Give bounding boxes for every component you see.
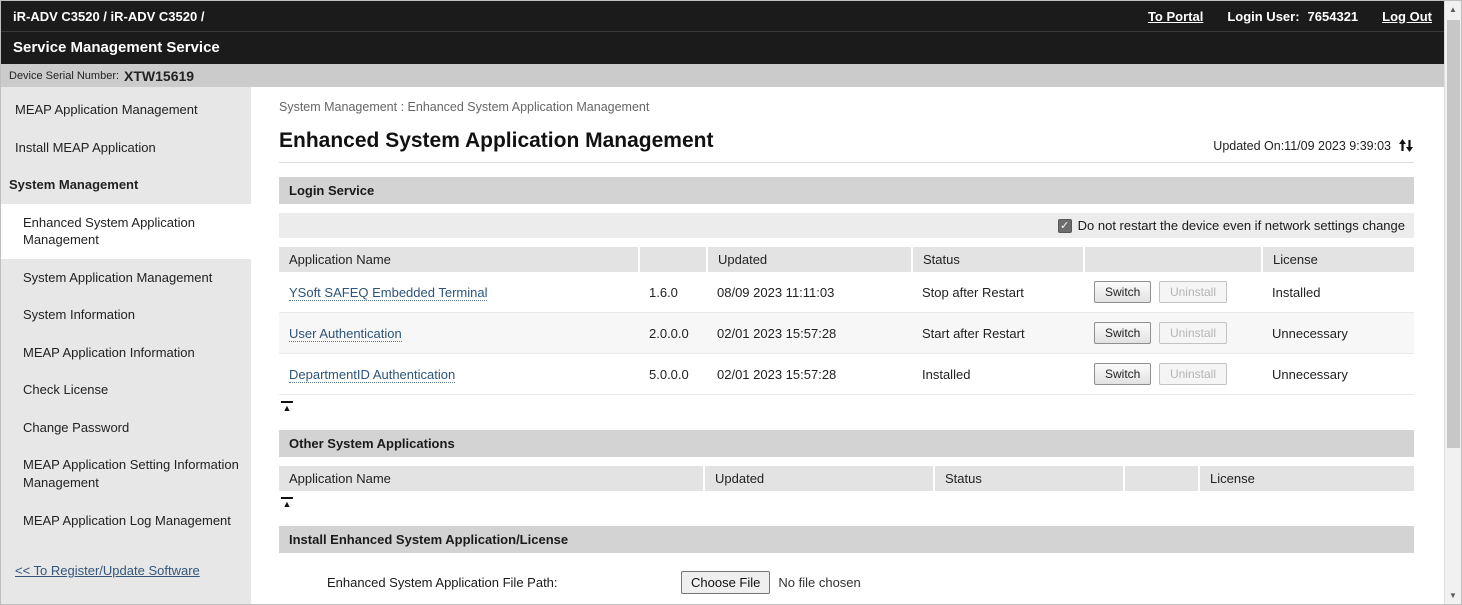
serial-value: XTW15619 (124, 68, 194, 84)
uninstall-button[interactable]: Uninstall (1159, 281, 1227, 303)
uninstall-button[interactable]: Uninstall (1159, 363, 1227, 385)
login-user: Login User: 7654321 (1227, 9, 1358, 24)
app-status: Stop after Restart (912, 272, 1084, 313)
install-section-header: Install Enhanced System Application/Lice… (279, 526, 1414, 553)
content: MEAP Application Management Install MEAP… (1, 87, 1444, 604)
app-license: Installed (1262, 272, 1414, 313)
col-status: Status (912, 247, 1084, 272)
sidebar-item-meap-application-information[interactable]: MEAP Application Information (1, 334, 251, 372)
col-license: License (1262, 247, 1414, 272)
restart-checkbox-row: ✓ Do not restart the device even if netw… (279, 213, 1414, 238)
col-actions (1124, 466, 1199, 491)
scrollbar-up-icon[interactable]: ▲ (1445, 5, 1461, 14)
login-user-value: 7654321 (1308, 9, 1359, 24)
top-bar: iR-ADV C3520 / iR-ADV C3520 / To Portal … (1, 1, 1444, 31)
other-system-applications-header: Other System Applications (279, 430, 1414, 457)
restart-checkbox[interactable]: ✓ (1058, 219, 1072, 233)
col-license: License (1199, 466, 1414, 491)
app-row-ysoft-safeq: YSoft SAFEQ Embedded Terminal 1.6.0 08/0… (279, 272, 1414, 313)
sidebar-item-meap-application-log-management[interactable]: MEAP Application Log Management (1, 502, 251, 540)
scroll-to-top-icon[interactable]: ▲ (281, 398, 293, 416)
app-license: Unnecessary (1262, 354, 1414, 395)
scroll-to-top-icon[interactable]: ▲ (281, 494, 293, 512)
login-user-label: Login User: (1227, 9, 1299, 24)
register-update-software-link[interactable]: << To Register/Update Software (1, 563, 251, 578)
col-application-name: Application Name (279, 466, 704, 491)
login-service-section-header: Login Service (279, 177, 1414, 204)
app-file-path-label: Enhanced System Application File Path: (327, 575, 681, 590)
title-row: Enhanced System Application Management U… (279, 129, 1414, 163)
sidebar-item-check-license[interactable]: Check License (1, 371, 251, 409)
install-form: Enhanced System Application File Path: C… (279, 553, 1414, 604)
login-service-table: Application Name Updated Status License … (279, 247, 1414, 395)
updated-on-text: Updated On:11/09 2023 9:39:03 (1213, 139, 1391, 153)
sidebar-item-meap-application-setting-information-management[interactable]: MEAP Application Setting Information Man… (1, 446, 251, 501)
to-portal-link[interactable]: To Portal (1148, 9, 1203, 24)
app-row-user-authentication: User Authentication 2.0.0.0 02/01 2023 1… (279, 313, 1414, 354)
app-status: Start after Restart (912, 313, 1084, 354)
switch-button[interactable]: Switch (1094, 322, 1151, 344)
serial-bar: Device Serial Number: XTW15619 (1, 64, 1444, 87)
refresh-icon[interactable] (1398, 138, 1414, 153)
sidebar-item-meap-application-management[interactable]: MEAP Application Management (1, 91, 251, 129)
page-title: Enhanced System Application Management (279, 129, 713, 153)
col-version (639, 247, 707, 272)
app-name-link[interactable]: YSoft SAFEQ Embedded Terminal (289, 285, 487, 301)
logout-link[interactable]: Log Out (1382, 9, 1432, 24)
app-updated: 02/01 2023 15:57:28 (707, 354, 912, 395)
other-apps-header-row: Application Name Updated Status License (279, 466, 1414, 491)
col-updated: Updated (707, 247, 912, 272)
restart-checkbox-label: Do not restart the device even if networ… (1078, 218, 1405, 233)
updated-on: Updated On:11/09 2023 9:39:03 (1213, 138, 1414, 153)
scrollbar-down-icon[interactable]: ▼ (1445, 591, 1461, 600)
uninstall-button[interactable]: Uninstall (1159, 322, 1227, 344)
app-license: Unnecessary (1262, 313, 1414, 354)
app-name-link[interactable]: User Authentication (289, 326, 402, 342)
sidebar-item-system-application-management[interactable]: System Application Management (1, 259, 251, 297)
choose-file-button-application[interactable]: Choose File (681, 571, 770, 594)
col-actions (1084, 247, 1262, 272)
other-system-applications-table: Application Name Updated Status License (279, 466, 1414, 491)
service-title-bar: Service Management Service (1, 31, 1444, 64)
breadcrumb: System Management : Enhanced System Appl… (279, 100, 1414, 114)
switch-button[interactable]: Switch (1094, 363, 1151, 385)
device-title: iR-ADV C3520 / iR-ADV C3520 / (13, 9, 204, 24)
scrollbar-thumb[interactable] (1447, 20, 1460, 448)
col-updated: Updated (704, 466, 934, 491)
vertical-scrollbar[interactable]: ▲ ▼ (1444, 1, 1461, 604)
main-content: System Management : Enhanced System Appl… (251, 87, 1444, 604)
serial-label: Device Serial Number: (9, 70, 119, 82)
col-status: Status (934, 466, 1124, 491)
app-version: 5.0.0.0 (639, 354, 707, 395)
sidebar-item-change-password[interactable]: Change Password (1, 409, 251, 447)
app-version: 1.6.0 (639, 272, 707, 313)
col-application-name: Application Name (279, 247, 639, 272)
sidebar-item-install-meap-application[interactable]: Install MEAP Application (1, 129, 251, 167)
app-file-path-row: Enhanced System Application File Path: C… (327, 571, 1414, 594)
app-status: Installed (912, 354, 1084, 395)
no-file-chosen-text: No file chosen (778, 575, 860, 590)
sidebar-item-system-information[interactable]: System Information (1, 296, 251, 334)
app-updated: 08/09 2023 11:11:03 (707, 272, 912, 313)
app-name-link[interactable]: DepartmentID Authentication (289, 367, 455, 383)
app-version: 2.0.0.0 (639, 313, 707, 354)
login-service-header-row: Application Name Updated Status License (279, 247, 1414, 272)
app-updated: 02/01 2023 15:57:28 (707, 313, 912, 354)
page: iR-ADV C3520 / iR-ADV C3520 / To Portal … (1, 1, 1444, 604)
sidebar-section-system-management: System Management (1, 166, 251, 204)
switch-button[interactable]: Switch (1094, 281, 1151, 303)
sidebar-item-enhanced-system-application-management[interactable]: Enhanced System Application Management (1, 204, 251, 259)
sidebar: MEAP Application Management Install MEAP… (1, 87, 251, 604)
app-row-departmentid-authentication: DepartmentID Authentication 5.0.0.0 02/0… (279, 354, 1414, 395)
